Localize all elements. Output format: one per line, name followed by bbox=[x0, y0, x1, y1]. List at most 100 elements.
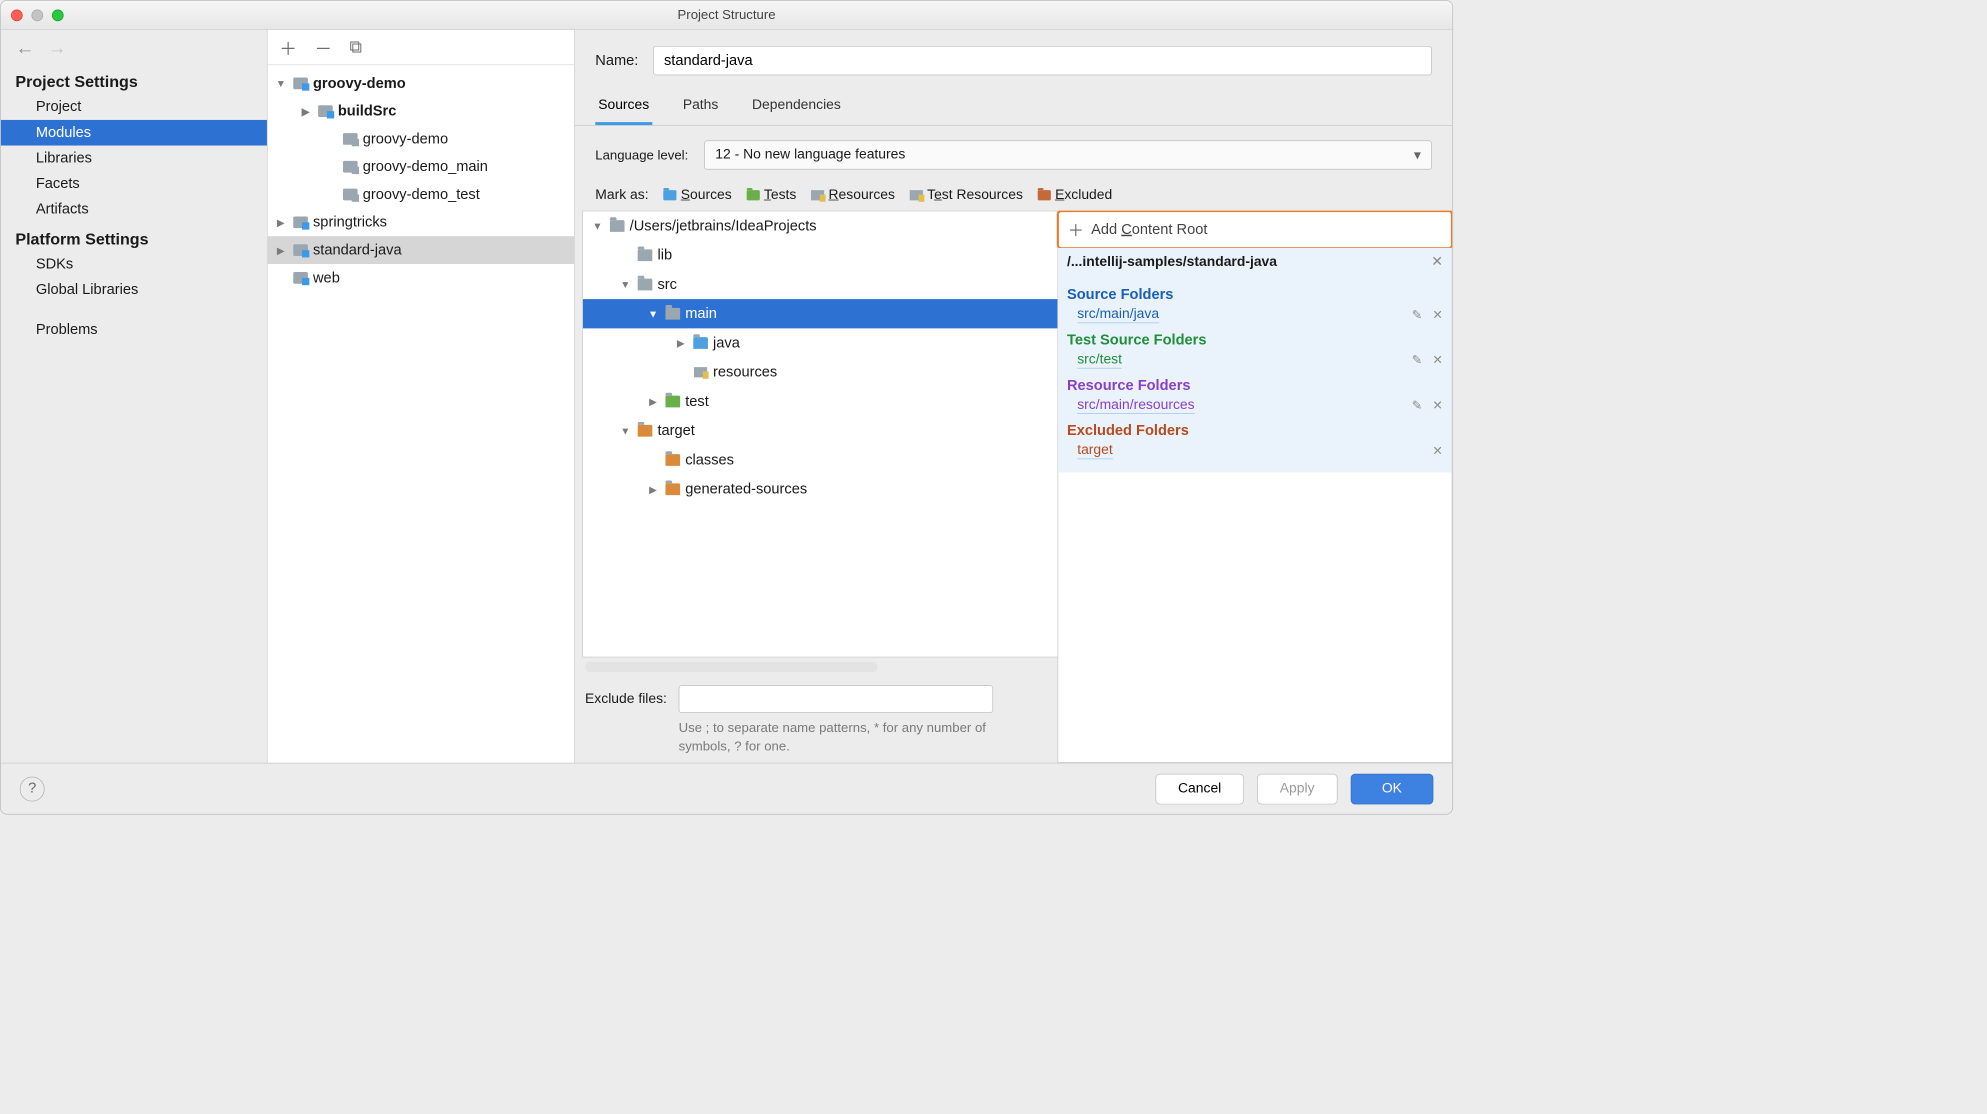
src-resources[interactable]: resources bbox=[583, 358, 1058, 387]
remove-icon[interactable]: ✕ bbox=[1432, 398, 1442, 413]
tree-arrow-icon: ▶ bbox=[298, 105, 313, 117]
mark-test-resources[interactable]: Test Resources bbox=[910, 187, 1023, 203]
src-target[interactable]: ▼target bbox=[583, 416, 1058, 445]
src-src[interactable]: ▼src bbox=[583, 270, 1058, 299]
module-label: standard-java bbox=[313, 242, 402, 259]
module-icon bbox=[342, 159, 358, 175]
src-test[interactable]: ▶test bbox=[583, 387, 1058, 416]
edit-icon[interactable]: ✎ bbox=[1412, 353, 1422, 368]
src--users-jetbrains-ideaprojects[interactable]: ▼/Users/jetbrains/IdeaProjects bbox=[583, 211, 1058, 240]
tab-sources[interactable]: Sources bbox=[595, 91, 652, 125]
folder-icon bbox=[746, 190, 759, 200]
nav-item-modules[interactable]: Modules bbox=[1, 120, 267, 146]
tree-arrow-icon: ▶ bbox=[646, 483, 661, 495]
module-standard-java[interactable]: ▶standard-java bbox=[268, 236, 574, 264]
horizontal-scrollbar[interactable] bbox=[585, 662, 878, 672]
module-groovy-demo[interactable]: ▼groovy-demo bbox=[268, 69, 574, 97]
module-icon bbox=[342, 131, 358, 147]
module-label: buildSrc bbox=[338, 103, 397, 120]
mark-label: Sources bbox=[681, 187, 732, 203]
module-label: groovy-demo_test bbox=[363, 186, 480, 203]
src-classes[interactable]: classes bbox=[583, 445, 1058, 474]
apply-button: Apply bbox=[1257, 773, 1337, 804]
module-groovy-demo-main[interactable]: groovy-demo_main bbox=[268, 153, 574, 181]
nav-item-artifacts[interactable]: Artifacts bbox=[1, 197, 267, 223]
close-icon[interactable] bbox=[11, 9, 23, 21]
nav-item-problems[interactable]: Problems bbox=[1, 317, 267, 343]
language-level-value: 12 - No new language features bbox=[715, 147, 905, 163]
folder-label: java bbox=[713, 335, 740, 352]
edit-icon[interactable]: ✎ bbox=[1412, 398, 1422, 413]
nav-item-facets[interactable]: Facets bbox=[1, 171, 267, 197]
nav-item-global-libraries[interactable]: Global Libraries bbox=[1, 277, 267, 303]
tab-dependencies[interactable]: Dependencies bbox=[749, 91, 844, 125]
mark-excluded[interactable]: Excluded bbox=[1038, 187, 1113, 203]
tree-arrow-icon: ▶ bbox=[274, 216, 289, 228]
group-purple: Resource Folders bbox=[1067, 372, 1443, 395]
folder-icon bbox=[637, 423, 653, 439]
ok-button[interactable]: OK bbox=[1350, 773, 1433, 804]
cancel-button[interactable]: Cancel bbox=[1155, 773, 1244, 804]
mark-label: Test Resources bbox=[927, 187, 1023, 203]
tree-arrow-icon: ▼ bbox=[646, 308, 661, 320]
folder-icon bbox=[811, 190, 824, 200]
language-level-select[interactable]: 12 - No new language features ▾ bbox=[704, 140, 1432, 169]
mark-tests[interactable]: Tests bbox=[746, 187, 796, 203]
remove-icon[interactable]: ✕ bbox=[1432, 308, 1442, 323]
remove-content-root-icon[interactable]: ✕ bbox=[1431, 254, 1443, 271]
remove-module-icon[interactable]: － bbox=[314, 34, 332, 60]
remove-icon[interactable]: ✕ bbox=[1432, 353, 1442, 368]
cr-item[interactable]: src/main/java ✎ ✕ bbox=[1067, 303, 1443, 326]
tree-arrow-icon: ▶ bbox=[646, 395, 661, 407]
tree-arrow-icon: ▼ bbox=[618, 279, 633, 291]
nav-item-project[interactable]: Project bbox=[1, 94, 267, 120]
cr-item-path: src/main/java bbox=[1077, 306, 1159, 323]
traffic-lights bbox=[11, 9, 64, 21]
mark-resources[interactable]: Resources bbox=[811, 187, 895, 203]
tab-paths[interactable]: Paths bbox=[680, 91, 721, 125]
exclude-files-label: Exclude files: bbox=[585, 685, 667, 707]
module-springtricks[interactable]: ▶springtricks bbox=[268, 208, 574, 236]
exclude-files-input[interactable] bbox=[679, 685, 993, 713]
tree-arrow-icon: ▼ bbox=[274, 78, 289, 90]
cr-item-path: target bbox=[1077, 442, 1113, 459]
mark-sources[interactable]: Sources bbox=[663, 187, 732, 203]
cr-item[interactable]: src/main/resources✎✕ bbox=[1067, 394, 1443, 417]
nav-item-sdks[interactable]: SDKs bbox=[1, 252, 267, 278]
cr-item[interactable]: target ✕ bbox=[1067, 440, 1443, 463]
group-redb: Excluded Folders bbox=[1067, 417, 1443, 440]
group-blue: Source Folders bbox=[1067, 281, 1443, 304]
folder-icon bbox=[693, 335, 709, 351]
src-lib[interactable]: lib bbox=[583, 241, 1058, 270]
copy-module-icon[interactable]: ⧉ bbox=[350, 37, 363, 57]
folder-icon bbox=[1038, 190, 1051, 200]
src-main[interactable]: ▼main bbox=[583, 299, 1058, 328]
nav-item-libraries[interactable]: Libraries bbox=[1, 146, 267, 172]
add-module-icon[interactable]: ＋ bbox=[279, 34, 297, 60]
exclude-hint: Use ; to separate name patterns, * for a… bbox=[679, 713, 993, 756]
content-roots-panel: ＋ Add Content Root /...intellij-samples/… bbox=[1057, 211, 1452, 763]
source-tree[interactable]: ▼/Users/jetbrains/IdeaProjectslib▼src▼ma… bbox=[582, 211, 1057, 658]
module-name-input[interactable] bbox=[653, 46, 1432, 75]
back-icon[interactable]: ← bbox=[15, 36, 34, 59]
cr-item[interactable]: src/test✎✕ bbox=[1067, 349, 1443, 372]
help-icon[interactable]: ? bbox=[20, 776, 45, 801]
forward-icon: → bbox=[48, 36, 67, 59]
module-tree[interactable]: ▼groovy-demo▶buildSrcgroovy-demogroovy-d… bbox=[268, 65, 574, 763]
module-tree-panel: ＋ － ⧉ ▼groovy-demo▶buildSrcgroovy-demogr… bbox=[268, 30, 575, 763]
remove-icon[interactable]: ✕ bbox=[1432, 444, 1442, 459]
content-root-path[interactable]: /...intellij-samples/standard-java ✕ bbox=[1058, 248, 1451, 277]
module-groovy-demo[interactable]: groovy-demo bbox=[268, 125, 574, 153]
module-groovy-demo-test[interactable]: groovy-demo_test bbox=[268, 181, 574, 209]
folder-icon bbox=[663, 190, 676, 200]
edit-icon[interactable]: ✎ bbox=[1412, 308, 1422, 323]
zoom-icon[interactable] bbox=[52, 9, 64, 21]
chevron-down-icon: ▾ bbox=[1414, 147, 1421, 164]
src-generated-sources[interactable]: ▶generated-sources bbox=[583, 475, 1058, 504]
module-web[interactable]: web bbox=[268, 264, 574, 292]
mark-as-label: Mark as: bbox=[595, 187, 648, 203]
src-java[interactable]: ▶java bbox=[583, 328, 1058, 357]
folder-icon bbox=[665, 481, 681, 497]
add-content-root-button[interactable]: ＋ Add Content Root bbox=[1057, 211, 1453, 250]
module-buildsrc[interactable]: ▶ buildSrc bbox=[268, 97, 574, 125]
